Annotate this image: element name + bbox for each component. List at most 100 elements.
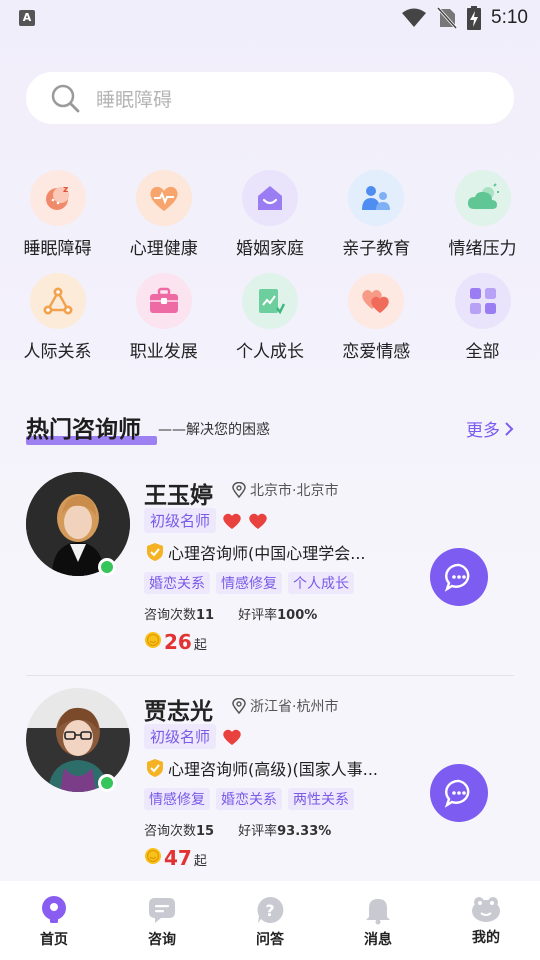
location-text: 北京市·北京市 (250, 483, 339, 499)
status-bar: A 5:10 (0, 0, 540, 36)
avatar (26, 688, 130, 792)
specialty-tags: 情感修复 婚恋关系 两性关系 (144, 788, 354, 810)
level-row: 初级名师 (144, 724, 242, 749)
bottom-tab-bar: 首页 咨询 ? 问答 消息 我的 (0, 881, 540, 960)
more-link[interactable]: 更多 (466, 416, 514, 441)
tab-home[interactable]: 首页 (0, 881, 108, 960)
category-label: 恋爱情感 (342, 342, 411, 362)
clock: 5:10 (491, 7, 528, 28)
heart-icon (223, 729, 241, 745)
category-icon-bg (135, 273, 192, 329)
coin-icon (145, 632, 161, 648)
category-career[interactable]: 职业发展 (114, 273, 213, 362)
level-badge: 初级名师 (144, 508, 217, 533)
tab-mine[interactable]: 我的 (432, 881, 540, 960)
no-sim-icon (437, 7, 458, 29)
avatar (26, 472, 130, 576)
search-placeholder: 睡眠障碍 (96, 89, 173, 111)
heart-pulse-icon (150, 186, 178, 211)
rating-value: 93.33% (277, 824, 332, 839)
category-label: 全部 (465, 342, 500, 362)
home-smile-icon (258, 186, 282, 210)
category-relationships[interactable]: 人际关系 (8, 273, 107, 362)
category-icon-bg (242, 273, 298, 329)
specialty-tag: 情感修复 (216, 572, 282, 594)
heart-icon (249, 513, 267, 529)
consult-count-label: 咨询次数 (144, 608, 197, 623)
category-sleep[interactable]: z 睡眠障碍 (8, 170, 107, 259)
category-label: 情绪压力 (448, 239, 517, 259)
grid-icon (469, 288, 496, 314)
category-personal-growth[interactable]: 个人成长 (221, 273, 320, 362)
rating: 好评率100% (238, 604, 317, 623)
specialty-tag: 婚恋关系 (216, 788, 282, 810)
location-text: 浙江省·杭州市 (250, 699, 339, 715)
level-row: 初级名师 (144, 508, 268, 533)
category-love[interactable]: 恋爱情感 (327, 273, 426, 362)
location-pin-icon (232, 698, 246, 714)
category-icon-bg: z (29, 170, 86, 226)
chevron-right-icon (505, 421, 514, 436)
profile-face-icon (472, 897, 500, 922)
chat-bubble-icon (444, 563, 470, 592)
tab-label: 我的 (472, 930, 500, 946)
battery-charging-icon (467, 6, 482, 30)
moon-sleep-icon: z (45, 185, 69, 210)
shield-check-icon (147, 759, 163, 777)
category-parenting[interactable]: 亲子教育 (327, 170, 426, 259)
tab-label: 问答 (256, 932, 284, 948)
category-icon-bg (454, 273, 511, 329)
rating: 好评率93.33% (238, 820, 331, 839)
cloud-sun-icon (467, 183, 499, 209)
category-label: 人际关系 (23, 342, 92, 362)
category-all[interactable]: 全部 (433, 273, 532, 362)
network-icon (43, 287, 72, 315)
category-icon-bg (348, 170, 405, 226)
question-icon: ? (257, 896, 284, 923)
specialty-tag: 情感修复 (144, 788, 210, 810)
category-label: 亲子教育 (342, 239, 411, 259)
consultant-card[interactable]: 王玉婷 北京市·北京市 初级名师 心理咨询师(中国心理学会... 婚恋关系 情感… (26, 472, 514, 672)
category-marriage-family[interactable]: 婚姻家庭 (221, 170, 320, 259)
tab-label: 咨询 (148, 932, 176, 948)
price: 47 起 (144, 846, 207, 870)
specialty-tag: 婚恋关系 (144, 572, 210, 594)
specialty-tags: 婚恋关系 情感修复 个人成长 (144, 572, 354, 594)
wifi-icon (402, 8, 427, 27)
cert-text: 心理咨询师(中国心理学会... (168, 544, 366, 563)
chat-button[interactable] (430, 548, 488, 606)
consult-count: 咨询次数11 (144, 604, 214, 623)
parent-child-icon (362, 186, 391, 210)
briefcase-icon (149, 287, 178, 313)
level-badge: 初级名师 (144, 724, 217, 749)
heart-icon (223, 513, 241, 529)
category-icon-bg (242, 170, 298, 226)
category-icon-bg (454, 170, 511, 226)
consult-count-value: 11 (196, 608, 215, 623)
tab-qa[interactable]: ? 问答 (216, 881, 324, 960)
rating-value: 100% (277, 608, 318, 623)
tab-consult[interactable]: 咨询 (108, 881, 216, 960)
consultant-card[interactable]: 贾志光 浙江省·杭州市 初级名师 心理咨询师(高级)(国家人事... 情感修复 … (26, 688, 514, 888)
category-label: 心理健康 (129, 239, 198, 259)
home-bulb-icon (42, 896, 66, 923)
certification: 心理咨询师(中国心理学会... (146, 540, 386, 564)
search-icon (51, 84, 80, 113)
tab-messages[interactable]: 消息 (324, 881, 432, 960)
chat-button[interactable] (430, 764, 488, 822)
tab-label: 首页 (40, 932, 68, 948)
location: 浙江省·杭州市 (232, 696, 338, 716)
category-icon-bg (135, 170, 192, 226)
shield-check-icon (147, 543, 163, 561)
category-emotion-stress[interactable]: 情绪压力 (433, 170, 532, 259)
price-value: 26 (164, 630, 192, 654)
rating-label: 好评率 (238, 608, 278, 623)
search-bar[interactable]: 睡眠障碍 (26, 72, 514, 124)
category-mental-health[interactable]: 心理健康 (114, 170, 213, 259)
stats-row: 咨询次数11 好评率100% (144, 604, 317, 623)
cert-text: 心理咨询师(高级)(国家人事... (168, 760, 378, 779)
price: 26 起 (144, 630, 207, 654)
specialty-tag: 两性关系 (288, 788, 354, 810)
bell-icon (366, 899, 390, 925)
specialty-tag: 个人成长 (288, 572, 354, 594)
